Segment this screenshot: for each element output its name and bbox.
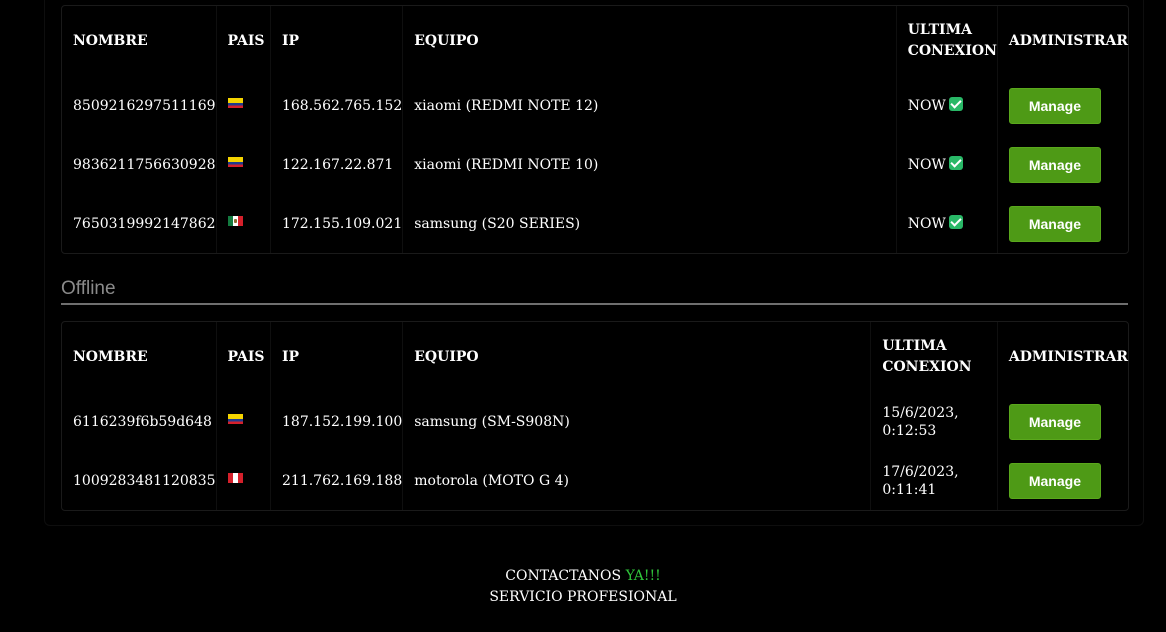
colombia-flag-icon <box>227 156 243 167</box>
manage-button[interactable]: Manage <box>1008 87 1101 124</box>
device-model: xiaomi (REDMI NOTE 12) <box>402 76 897 135</box>
last-connection: NOW <box>895 194 998 253</box>
device-id: 9836211756630928 <box>73 156 216 173</box>
device-id: 1009283481120835 <box>73 472 216 489</box>
last-connection-text: NOW <box>907 97 946 114</box>
last-connection: NOW <box>895 76 998 135</box>
last-connection: 15/6/2023, 0:12:53 <box>870 392 998 451</box>
device-id: 8509216297511169 <box>73 97 216 114</box>
footer: CONTACTANOS YA!!! SERVICIO PROFESIONAL <box>0 566 1166 608</box>
table-row: 6116239f6b59d648 187.152.199.100 samsung… <box>62 392 1128 451</box>
header-nombre: NOMBRE <box>73 348 148 365</box>
country-cell <box>215 76 271 135</box>
footer-contact-accent: YA!!! <box>625 568 661 584</box>
device-model: xiaomi (REDMI NOTE 10) <box>402 135 897 194</box>
device-model: samsung (S20 SERIES) <box>402 194 897 253</box>
header-nombre: NOMBRE <box>73 32 148 49</box>
colombia-flag-icon <box>227 97 243 108</box>
header-pais: PAIS <box>215 6 271 76</box>
ip-address: 172.155.109.021 <box>269 194 403 253</box>
header-administrar: ADMINISTRAR <box>996 6 1128 76</box>
table-header-row: NOMBRE PAIS IP EQUIPO ULTIMA CONEXION AD… <box>62 6 1128 76</box>
offline-section-title: Offline <box>61 278 1128 305</box>
country-cell <box>215 451 271 510</box>
last-connection: NOW <box>895 135 998 194</box>
header-equipo: EQUIPO <box>402 322 871 392</box>
mexico-flag-icon <box>227 215 243 226</box>
header-ultima-line1: ULTIMA <box>882 338 947 354</box>
device-model: motorola (MOTO G 4) <box>402 451 871 510</box>
table-header-row: NOMBRE PAIS IP EQUIPO ULTIMA CONEXION AD… <box>62 322 1128 392</box>
country-cell <box>215 194 271 253</box>
ip-address: 122.167.22.871 <box>269 135 403 194</box>
header-ip: IP <box>269 6 403 76</box>
table-row: 7650319992147862 172.155.109.021 samsung… <box>62 194 1128 253</box>
colombia-flag-icon <box>227 413 243 424</box>
header-administrar: ADMINISTRAR <box>996 322 1128 392</box>
manage-button[interactable]: Manage <box>1008 403 1101 440</box>
header-ultima-line2: CONEXION <box>907 43 997 59</box>
country-cell <box>215 392 271 451</box>
admin-cell: Manage <box>996 76 1128 135</box>
admin-cell: Manage <box>996 451 1128 510</box>
ip-address: 168.562.765.152 <box>269 76 403 135</box>
header-ip: IP <box>269 322 403 392</box>
manage-button[interactable]: Manage <box>1008 462 1101 499</box>
peru-flag-icon <box>227 472 243 483</box>
check-icon <box>948 96 963 111</box>
device-id: 7650319992147862 <box>73 215 216 232</box>
last-connection: 17/6/2023, 0:11:41 <box>870 451 998 510</box>
ip-address: 187.152.199.100 <box>269 392 403 451</box>
header-ultima-line2: CONEXION <box>882 359 972 375</box>
admin-cell: Manage <box>996 392 1128 451</box>
manage-button[interactable]: Manage <box>1008 205 1101 242</box>
device-id: 6116239f6b59d648 <box>73 413 212 430</box>
footer-contact-line: CONTACTANOS YA!!! <box>0 566 1166 587</box>
country-cell <box>215 135 271 194</box>
table-row: 8509216297511169 168.562.765.152 xiaomi … <box>62 76 1128 135</box>
device-model: samsung (SM-S908N) <box>402 392 871 451</box>
header-equipo: EQUIPO <box>402 6 897 76</box>
table-row: 1009283481120835 211.762.169.188 motorol… <box>62 451 1128 510</box>
online-devices-table: NOMBRE PAIS IP EQUIPO ULTIMA CONEXION AD… <box>61 5 1129 254</box>
table-row: 9836211756630928 122.167.22.871 xiaomi (… <box>62 135 1128 194</box>
admin-cell: Manage <box>996 135 1128 194</box>
footer-service: SERVICIO PROFESIONAL <box>489 589 677 605</box>
check-icon <box>948 155 963 170</box>
manage-button[interactable]: Manage <box>1008 146 1101 183</box>
header-ultima-conexion: ULTIMA CONEXION <box>870 322 998 392</box>
header-ultima-line1: ULTIMA <box>907 22 972 38</box>
offline-devices-table: NOMBRE PAIS IP EQUIPO ULTIMA CONEXION AD… <box>61 321 1129 511</box>
last-connection-text: NOW <box>907 215 946 232</box>
last-connection-text: NOW <box>907 156 946 173</box>
header-ultima-conexion: ULTIMA CONEXION <box>895 6 998 76</box>
admin-cell: Manage <box>996 194 1128 253</box>
footer-contact: CONTACTANOS <box>505 568 622 584</box>
ip-address: 211.762.169.188 <box>269 451 403 510</box>
check-icon <box>948 214 963 229</box>
header-pais: PAIS <box>215 322 271 392</box>
